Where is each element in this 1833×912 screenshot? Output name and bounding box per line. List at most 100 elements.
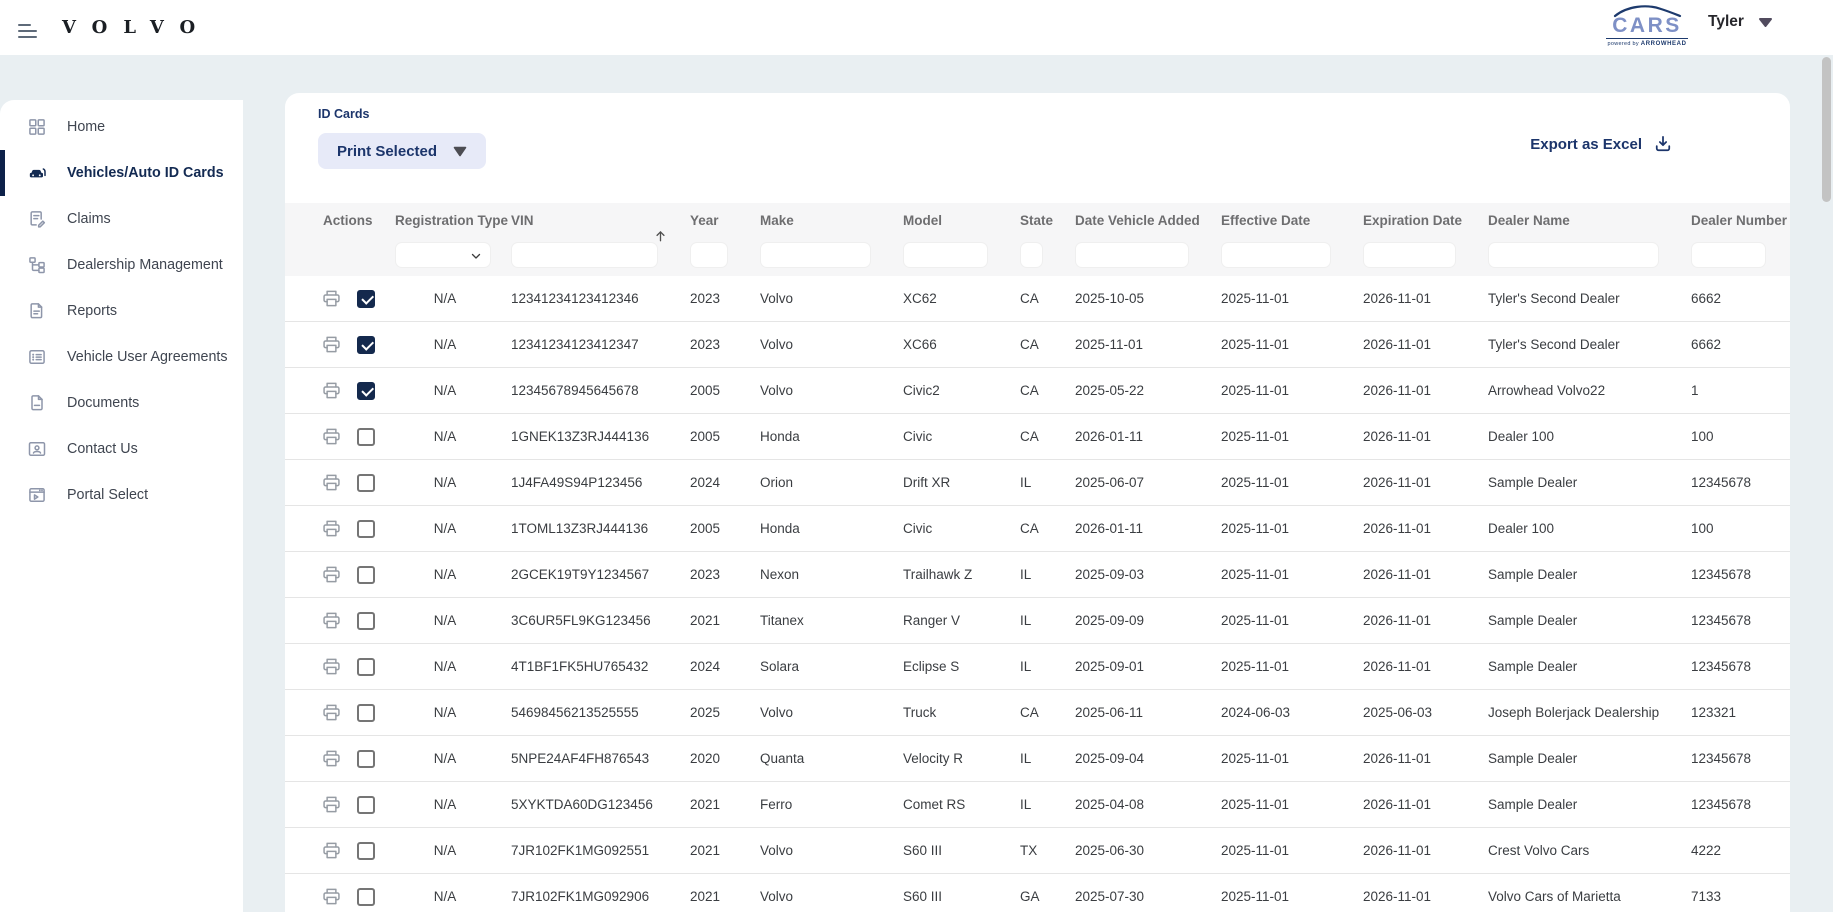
filter-model[interactable] (903, 242, 988, 268)
cell-year: 2005 (682, 429, 752, 444)
column-header-make[interactable]: Make (752, 203, 895, 228)
row-checkbox[interactable] (357, 566, 375, 584)
filter-year[interactable] (690, 242, 728, 268)
print-icon[interactable] (321, 794, 342, 815)
filter-effective-date[interactable] (1221, 242, 1331, 268)
row-checkbox[interactable] (357, 428, 375, 446)
sidebar-item-claims[interactable]: Claims (0, 196, 243, 242)
column-header-dealer-name[interactable]: Dealer Name (1480, 203, 1683, 228)
cell-dealer-name: Sample Dealer (1480, 797, 1683, 812)
table-row[interactable]: N/A5NPE24AF4FH8765432020QuantaVelocity R… (285, 736, 1790, 782)
sidebar-item-portal-select[interactable]: Portal Select (0, 472, 243, 518)
print-icon[interactable] (321, 702, 342, 723)
table-row[interactable]: N/A3C6UR5FL9KG1234562021TitanexRanger VI… (285, 598, 1790, 644)
row-checkbox[interactable] (357, 290, 375, 308)
table-row[interactable]: N/A7JR102FK1MG0929062021VolvoS60 IIIGA20… (285, 874, 1790, 912)
cell-registration-type: N/A (387, 613, 503, 628)
main-card: ID Cards Print Selected Export as Excel … (285, 93, 1790, 912)
print-icon[interactable] (321, 380, 342, 401)
print-icon[interactable] (321, 518, 342, 539)
column-header-effective-date[interactable]: Effective Date (1213, 203, 1355, 228)
print-icon[interactable] (321, 564, 342, 585)
table-row[interactable]: N/A546984562135255552025VolvoTruckCA2025… (285, 690, 1790, 736)
cell-vin: 12345678945645678 (503, 383, 682, 398)
print-icon[interactable] (321, 288, 342, 309)
cell-make: Nexon (752, 567, 895, 582)
filter-vin[interactable] (511, 242, 658, 268)
column-header-expiration-date[interactable]: Expiration Date (1355, 203, 1480, 228)
cell-vin: 5NPE24AF4FH876543 (503, 751, 682, 766)
print-icon[interactable] (321, 334, 342, 355)
cell-make: Titanex (752, 613, 895, 628)
cell-make: Volvo (752, 337, 895, 352)
sidebar-item-dealership-management[interactable]: Dealership Management (0, 242, 243, 288)
column-header-registration-type[interactable]: Registration Type (387, 203, 503, 228)
table-row[interactable]: N/A4T1BF1FK5HU7654322024SolaraEclipse SI… (285, 644, 1790, 690)
print-icon[interactable] (321, 840, 342, 861)
sidebar-item-reports[interactable]: Reports (0, 288, 243, 334)
row-checkbox[interactable] (357, 612, 375, 630)
cell-dealer-number: 6662 (1683, 337, 1790, 352)
filter-state[interactable] (1020, 242, 1043, 268)
cell-dealer-number: 12345678 (1683, 613, 1790, 628)
table-row[interactable]: N/A1TOML13Z3RJ4441362005HondaCivicCA2026… (285, 506, 1790, 552)
cell-date-vehicle-added: 2026-01-11 (1067, 521, 1213, 536)
print-icon[interactable] (321, 610, 342, 631)
column-header-date-vehicle-added[interactable]: Date Vehicle Added (1067, 203, 1213, 228)
column-header-model[interactable]: Model (895, 203, 1012, 228)
print-icon[interactable] (321, 656, 342, 677)
sidebar-item-contact-us[interactable]: Contact Us (0, 426, 243, 472)
table-row[interactable]: N/A123412341234123472023VolvoXC66CA2025-… (285, 322, 1790, 368)
sidebar-item-home[interactable]: Home (0, 104, 243, 150)
vertical-scrollbar[interactable] (1822, 57, 1831, 202)
print-selected-button[interactable]: Print Selected (318, 133, 486, 169)
cell-make: Volvo (752, 889, 895, 904)
row-checkbox[interactable] (357, 336, 375, 354)
print-icon[interactable] (321, 426, 342, 447)
cell-date-vehicle-added: 2025-06-30 (1067, 843, 1213, 858)
column-header-vin[interactable]: VIN (503, 203, 682, 228)
table-row[interactable]: N/A7JR102FK1MG0925512021VolvoS60 IIITX20… (285, 828, 1790, 874)
table-row[interactable]: N/A1J4FA49S94P1234562024OrionDrift XRIL2… (285, 460, 1790, 506)
row-checkbox[interactable] (357, 842, 375, 860)
print-icon[interactable] (321, 472, 342, 493)
column-header-year[interactable]: Year (682, 203, 752, 228)
column-header-actions[interactable]: Actions (285, 203, 387, 228)
row-checkbox[interactable] (357, 382, 375, 400)
table-row[interactable]: N/A5XYKTDA60DG1234562021FerroComet RSIL2… (285, 782, 1790, 828)
filter-make[interactable] (760, 242, 871, 268)
cell-expiration-date: 2026-11-01 (1355, 291, 1480, 306)
row-checkbox[interactable] (357, 750, 375, 768)
user-menu[interactable]: Tyler (1708, 13, 1773, 31)
row-checkbox[interactable] (357, 658, 375, 676)
sidebar-item-vehicle-user-agreements[interactable]: Vehicle User Agreements (0, 334, 243, 380)
sidebar-item-documents[interactable]: Documents (0, 380, 243, 426)
row-checkbox[interactable] (357, 796, 375, 814)
filter-dealer-number[interactable] (1691, 242, 1766, 268)
print-icon[interactable] (321, 748, 342, 769)
table-row[interactable]: N/A123456789456456782005VolvoCivic2CA202… (285, 368, 1790, 414)
cell-actions (285, 886, 387, 907)
cell-year: 2021 (682, 797, 752, 812)
filter-date-vehicle-added[interactable] (1075, 242, 1189, 268)
table-row[interactable]: N/A1GNEK13Z3RJ4441362005HondaCivicCA2026… (285, 414, 1790, 460)
row-checkbox[interactable] (357, 474, 375, 492)
filter-expiration-date[interactable] (1363, 242, 1456, 268)
table-row[interactable]: N/A123412341234123462023VolvoXC62CA2025-… (285, 276, 1790, 322)
sidebar-item-vehicles-auto-id-cards[interactable]: Vehicles/Auto ID Cards (0, 150, 243, 196)
dropdown-triangle-icon (453, 146, 467, 157)
cell-year: 2005 (682, 521, 752, 536)
row-checkbox[interactable] (357, 520, 375, 538)
column-header-state[interactable]: State (1012, 203, 1067, 228)
row-checkbox[interactable] (357, 888, 375, 906)
export-as-excel-button[interactable]: Export as Excel (1530, 134, 1673, 154)
menu-icon[interactable] (18, 24, 38, 40)
cell-date-vehicle-added: 2025-06-11 (1067, 705, 1213, 720)
row-checkbox[interactable] (357, 704, 375, 722)
print-icon[interactable] (321, 886, 342, 907)
cell-expiration-date: 2026-11-01 (1355, 429, 1480, 444)
column-header-dealer-number[interactable]: Dealer Number (1683, 203, 1790, 228)
table-row[interactable]: N/A2GCEK19T9Y12345672023NexonTrailhawk Z… (285, 552, 1790, 598)
filter-dealer-name[interactable] (1488, 242, 1659, 268)
filter-registration-type[interactable] (395, 242, 491, 268)
